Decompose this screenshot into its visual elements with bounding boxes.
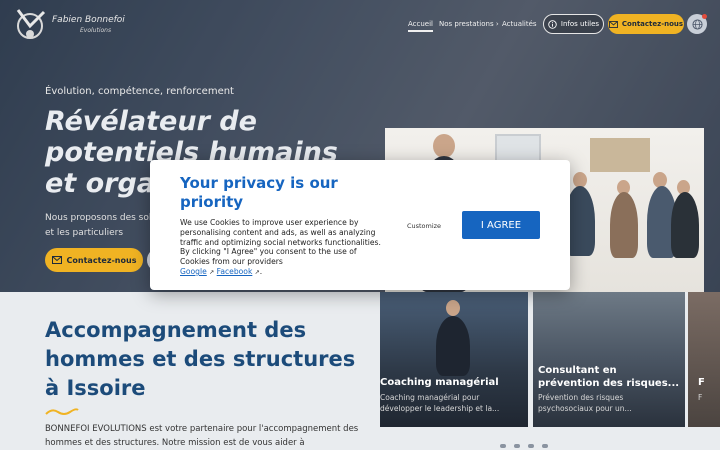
card-subtitle-line: psychosociaux pour un...: [538, 404, 632, 413]
external-link-icon: ↗: [209, 268, 215, 276]
card-title: Consultant en prévention des risques...: [538, 364, 679, 390]
cookie-modal-body: We use Cookies to improve user experienc…: [180, 218, 385, 278]
section-text: BONNEFOI EVOLUTIONS est votre partenaire…: [45, 424, 359, 448]
card-subtitle-line: Coaching managérial pour: [380, 393, 480, 402]
google-link[interactable]: Google: [180, 267, 207, 276]
hero-contact-button[interactable]: Contactez-nous: [45, 248, 143, 272]
cookie-modal-text: We use Cookies to improve user experienc…: [180, 218, 381, 267]
card-title: F: [698, 377, 705, 388]
hero-contact-button-label: Contactez-nous: [66, 255, 137, 265]
nav-link-nos-prestations-label: Nos prestations: [439, 20, 494, 28]
card-title-line: Consultant en: [538, 365, 617, 376]
facebook-link[interactable]: Facebook: [217, 267, 253, 276]
cookie-consent-modal: Your privacy is our priority We use Cook…: [150, 160, 570, 290]
card-person-head: [446, 300, 460, 316]
site-logo[interactable]: Fabien Bonnefoi Evolutions: [14, 6, 125, 42]
nav-link-accueil[interactable]: Accueil: [408, 20, 433, 32]
service-card-prevention[interactable]: Consultant en prévention des risques... …: [533, 292, 685, 427]
hero-eyebrow: Évolution, compétence, renforcement: [45, 86, 234, 97]
card-subtitle: F: [698, 393, 703, 402]
card-title: Coaching managérial: [380, 377, 499, 388]
carousel-dot[interactable]: [528, 444, 534, 448]
logo-subtitle: Evolutions: [80, 27, 112, 34]
logo-name: Fabien Bonnefoi: [52, 15, 125, 25]
photo-board: [590, 138, 650, 172]
card-subtitle: Prévention des risques psychosociaux pou…: [538, 392, 632, 414]
carousel-dot[interactable]: [514, 444, 520, 448]
card-subtitle: Coaching managérial pour développer le l…: [380, 392, 499, 414]
cookie-links-end: .: [259, 266, 263, 276]
service-carousel: Coaching managérial Coaching managérial …: [380, 292, 720, 427]
logo-mark-icon: [16, 9, 46, 39]
globe-icon: [691, 18, 703, 30]
nav-link-nos-prestations[interactable]: Nos prestations ›: [439, 20, 499, 28]
nav-link-actualites[interactable]: Actualités: [502, 20, 537, 28]
card-image: [688, 292, 720, 427]
language-button[interactable]: [687, 14, 707, 34]
service-card-third[interactable]: F F: [688, 292, 720, 427]
service-card-coaching[interactable]: Coaching managérial Coaching managérial …: [380, 292, 528, 427]
carousel-dot[interactable]: [500, 444, 506, 448]
card-subtitle-line: Prévention des risques: [538, 393, 624, 402]
mail-icon: [609, 20, 618, 28]
photo-person: [671, 192, 699, 258]
customize-button[interactable]: Customize: [402, 220, 446, 232]
info-icon: [548, 19, 557, 29]
card-person: [436, 316, 470, 376]
contact-button-header[interactable]: Contactez-nous: [608, 14, 684, 34]
photo-person: [610, 192, 638, 258]
cookie-provider-links: Google ↗ Facebook ↗.: [180, 267, 385, 278]
contact-button-header-label: Contactez-nous: [621, 20, 684, 28]
notification-dot: [702, 14, 707, 19]
cookie-modal-title: Your privacy is our priority: [180, 174, 338, 211]
section-title: Accompagnement des hommes et des structu…: [45, 318, 356, 400]
page: Fabien Bonnefoi Evolutions Accueil Nos p…: [0, 0, 720, 450]
agree-button[interactable]: I AGREE: [462, 211, 540, 239]
info-button[interactable]: Infos utiles: [543, 14, 604, 34]
card-title-line: prévention des risques...: [538, 378, 680, 389]
photo-person-head: [433, 134, 455, 158]
carousel-dot[interactable]: [542, 444, 548, 448]
top-navigation: Fabien Bonnefoi Evolutions Accueil Nos p…: [0, 0, 720, 46]
mail-icon: [51, 256, 62, 264]
info-button-label: Infos utiles: [560, 20, 600, 28]
chevron-right-icon: ›: [495, 20, 499, 28]
carousel-pagination[interactable]: [500, 444, 548, 448]
squiggle-divider-icon: [45, 408, 79, 415]
card-subtitle-line: développer le leadership et la...: [380, 404, 500, 413]
